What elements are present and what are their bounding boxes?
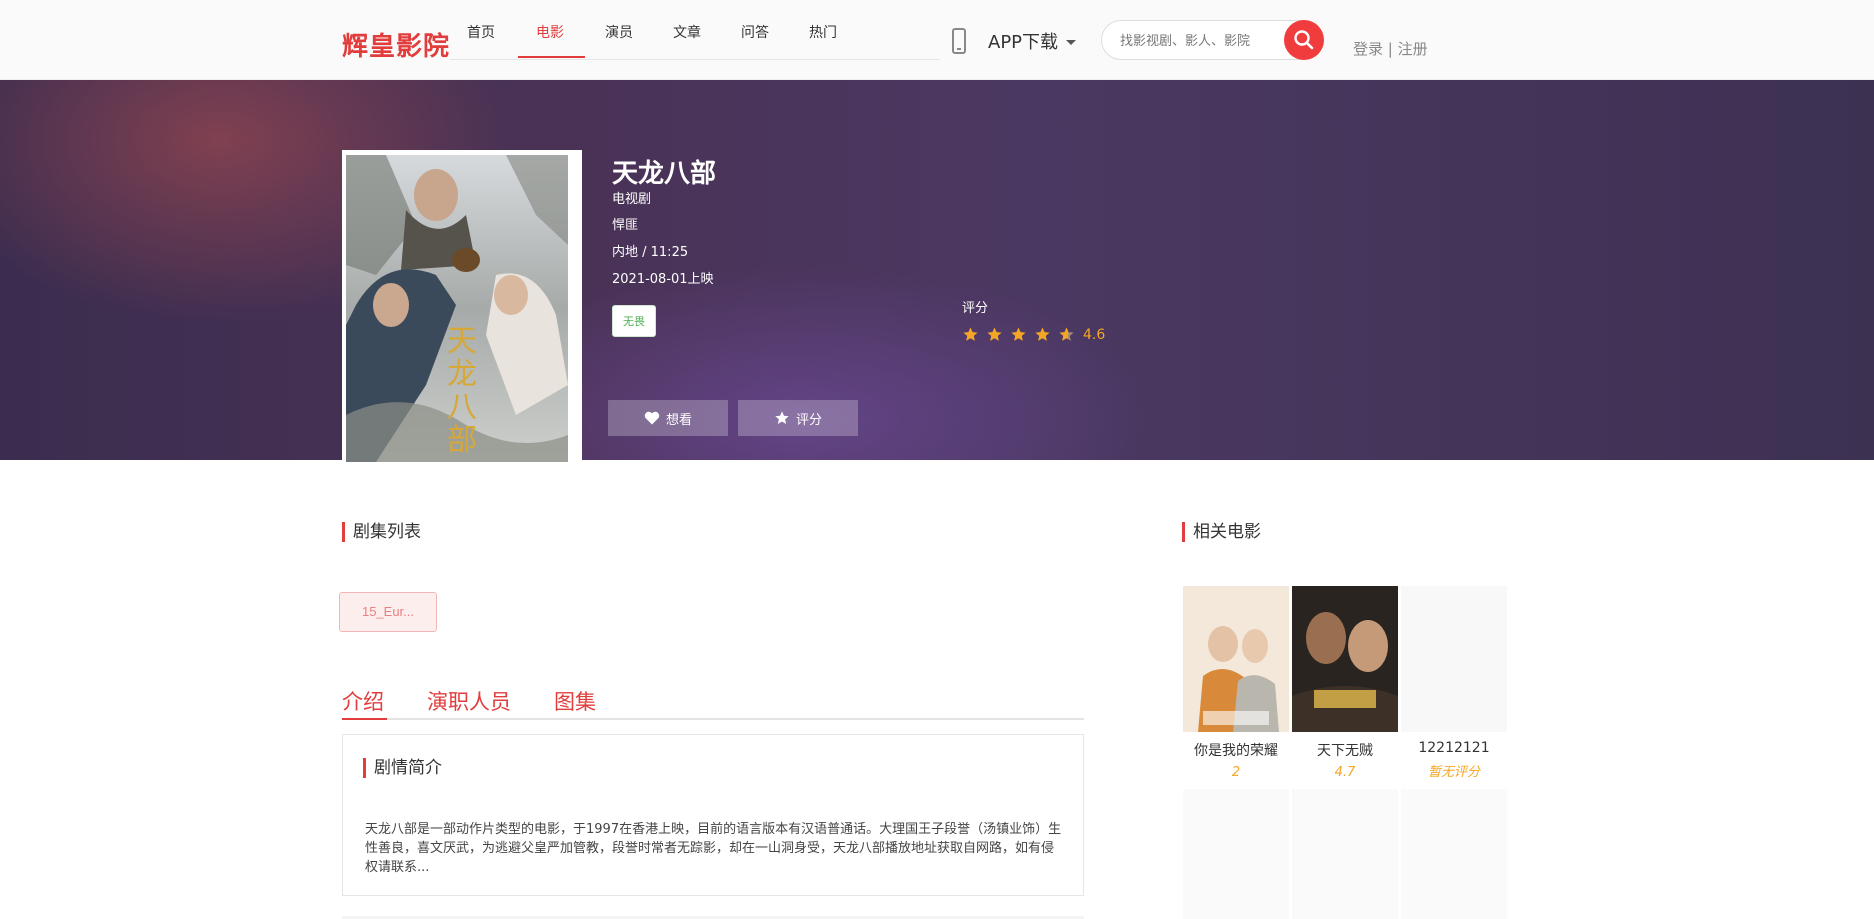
star-full-icon: [1035, 327, 1050, 341]
poster-frame: 天龙八部: [342, 150, 582, 462]
related-movie-placeholder: [1401, 789, 1507, 919]
related-movie-poster[interactable]: [1292, 586, 1398, 732]
star-full-icon: [1011, 327, 1026, 341]
app-download-label: APP下载: [988, 32, 1059, 53]
caret-down-icon: [1066, 40, 1077, 45]
nav-item-actors[interactable]: 演员: [605, 22, 633, 42]
related-movie-card[interactable]: 你是我的荣耀 2: [1183, 586, 1289, 780]
tab-active-indicator: [342, 718, 387, 720]
related-movie-score: 2: [1231, 765, 1241, 780]
movie-category: 电视剧: [612, 192, 652, 207]
nav-item-qa[interactable]: 问答: [741, 22, 769, 42]
tab-intro[interactable]: 介绍: [342, 686, 384, 716]
related-section-title: 相关电影: [1182, 522, 1261, 542]
rating-label: 评分: [962, 301, 989, 316]
site-logo[interactable]: 辉皇影院: [342, 26, 450, 63]
register-link[interactable]: 注册: [1398, 40, 1428, 58]
movie-tag[interactable]: 无畏: [612, 305, 656, 337]
login-link[interactable]: 登录: [1353, 40, 1383, 58]
nav-item-movies[interactable]: 电影: [536, 22, 564, 42]
star-icon: [775, 411, 789, 424]
related-movie-name[interactable]: 你是我的荣耀: [1183, 740, 1289, 760]
related-movie-card[interactable]: 天下无贼 4.7: [1292, 586, 1398, 780]
movie-release-date: 2021-08-01上映: [612, 272, 714, 287]
phone-icon: [952, 28, 966, 54]
rating-stars: 4.6: [962, 326, 1105, 343]
want-to-watch-button[interactable]: 想看: [608, 400, 728, 436]
nav-item-hot[interactable]: 热门: [809, 22, 837, 42]
movie-poster[interactable]: 天龙八部: [346, 155, 568, 462]
auth-separator: |: [1387, 40, 1393, 58]
related-poster-art: [1183, 586, 1289, 732]
rate-button[interactable]: 评分: [738, 400, 858, 436]
search-bar: [1101, 20, 1324, 60]
episode-item[interactable]: 15_Eur...: [339, 592, 437, 632]
movie-banner: [0, 80, 1874, 460]
rating-score: 4.6: [1083, 326, 1106, 343]
related-movie-poster[interactable]: [1401, 586, 1507, 732]
synopsis-text: 天龙八部是一部动作片类型的电影，于1997在香港上映，目前的语言版本有汉语普通话…: [365, 822, 1062, 875]
related-movie-name[interactable]: 12212121: [1401, 740, 1507, 756]
movie-region-duration: 内地 / 11:25: [612, 245, 689, 260]
search-icon: [1294, 30, 1314, 50]
app-download-button[interactable]: APP下载: [952, 26, 1077, 56]
auth-links: 登录 | 注册: [1353, 38, 1428, 59]
related-movie-placeholder: [1292, 789, 1398, 919]
synopsis-title: 剧情简介: [363, 758, 442, 778]
poster-title-text: 天龙八部: [447, 324, 477, 458]
star-full-icon: [987, 327, 1002, 341]
heart-icon: [644, 411, 660, 425]
related-movie-card[interactable]: 12212121 暂无评分: [1401, 586, 1507, 780]
main-nav: 首页 电影 演员 文章 问答 热门: [450, 0, 940, 60]
search-button[interactable]: [1284, 20, 1324, 60]
related-movie-name[interactable]: 天下无贼: [1292, 740, 1398, 760]
star-full-icon: [963, 327, 978, 341]
rate-label: 评分: [795, 412, 822, 428]
detail-tabs: 介绍 演职人员 图集: [342, 686, 1084, 720]
related-movie-placeholder: [1183, 789, 1289, 919]
related-movie-score: 4.7: [1334, 765, 1356, 780]
nav-item-articles[interactable]: 文章: [673, 22, 701, 42]
tab-gallery[interactable]: 图集: [554, 686, 596, 716]
movie-title: 天龙八部: [612, 159, 717, 189]
movie-genre: 悍匪: [612, 218, 639, 233]
nav-item-home[interactable]: 首页: [467, 22, 495, 42]
nav-active-indicator: [518, 56, 585, 58]
episodes-section-title: 剧集列表: [342, 522, 421, 542]
related-movie-poster[interactable]: [1183, 586, 1289, 732]
related-movie-score: 暂无评分: [1427, 765, 1480, 780]
star-half-icon: [1059, 327, 1074, 341]
top-header: 辉皇影院 首页 电影 演员 文章 问答 热门 APP下载 登录 | 注册: [0, 0, 1874, 80]
want-to-watch-label: 想看: [665, 412, 692, 428]
synopsis-panel: 剧情简介 天龙八部是一部动作片类型的电影，于1997在香港上映，目前的语言版本有…: [342, 734, 1084, 896]
related-poster-art: [1292, 586, 1398, 732]
tab-cast[interactable]: 演职人员: [427, 686, 511, 716]
search-input[interactable]: [1120, 30, 1270, 52]
